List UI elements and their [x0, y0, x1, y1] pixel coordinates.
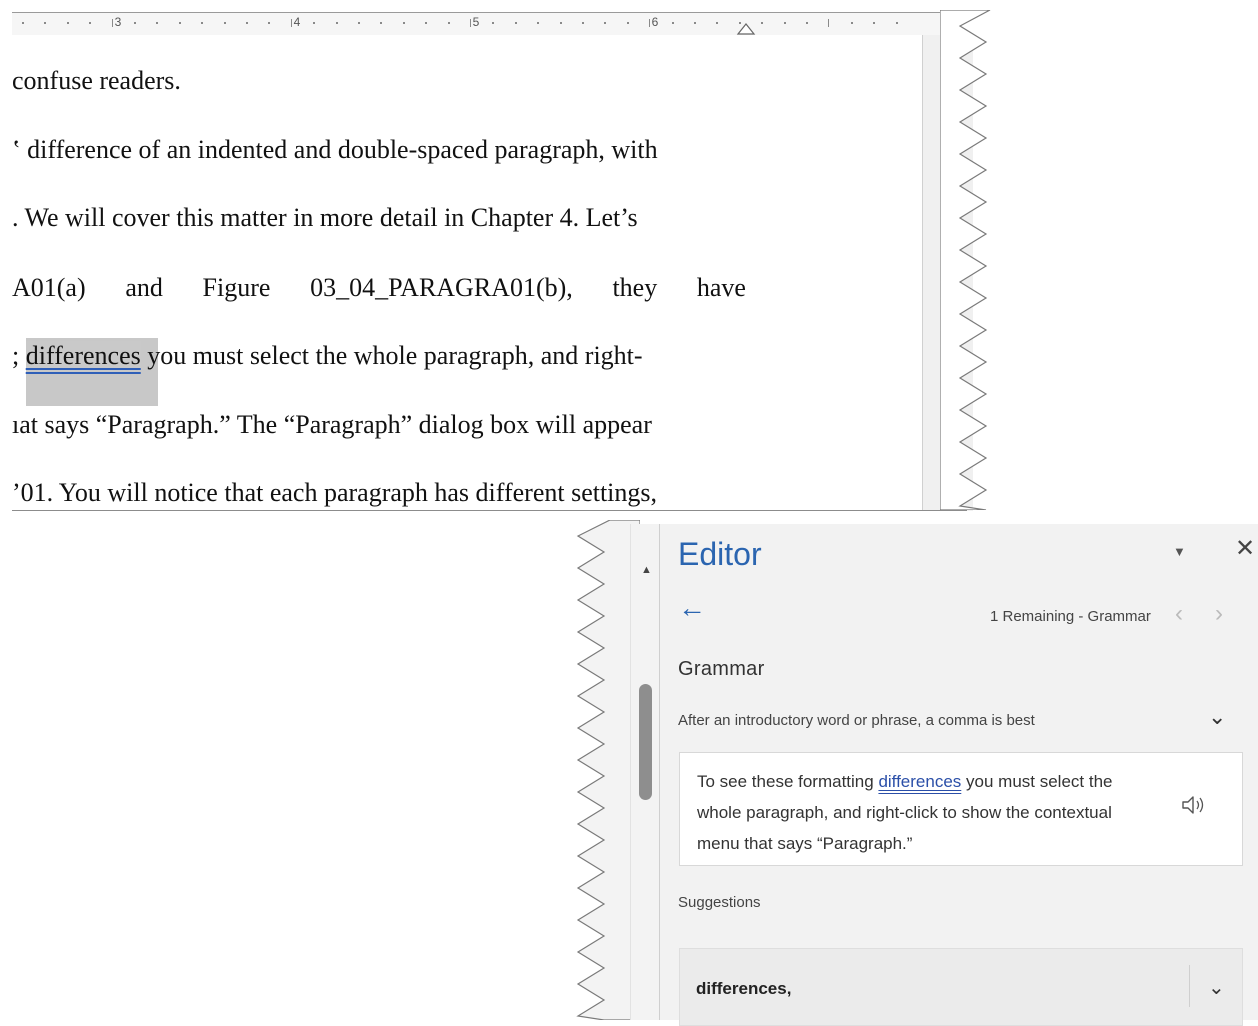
pane-title: Editor — [678, 536, 762, 572]
document-window: 3 4 5 6 confuse readers. ʽ difference of… — [0, 0, 1000, 515]
ruler-tick — [514, 22, 517, 24]
ruler-tick — [783, 22, 786, 24]
close-icon[interactable]: ✕ — [1235, 534, 1255, 563]
ruler-number: 5 — [472, 15, 480, 29]
rule-description[interactable]: After an introductory word or phrase, a … — [678, 712, 1035, 729]
right-indent-marker-icon[interactable] — [736, 20, 756, 36]
ruler-tick — [246, 22, 248, 24]
word: they — [612, 273, 658, 302]
word: and — [125, 273, 163, 302]
document-line: . We will cover this matter in more deta… — [12, 203, 638, 232]
ruler-tick — [335, 22, 338, 24]
ruler-tick — [111, 19, 113, 27]
flagged-word: differences — [878, 772, 962, 791]
ruler-tick — [626, 22, 629, 24]
ruler-tick — [447, 22, 450, 24]
editor-pane: Editor ▼ ✕ ← 1 Remaining - Grammar ‹ › G… — [659, 524, 1258, 1026]
ruler-tick — [89, 22, 92, 24]
ruler-tick — [850, 22, 853, 24]
torn-edge — [940, 10, 991, 510]
chevron-down-icon[interactable]: ⌄ — [1208, 975, 1225, 1000]
ruler-tick — [828, 19, 830, 27]
document-line: confuse readers. — [12, 66, 181, 95]
ruler-tick — [223, 22, 226, 24]
scrollbar-thumb[interactable] — [639, 684, 652, 800]
chevron-right-icon[interactable]: › — [1215, 600, 1223, 628]
document-line: ıat says “Paragraph.” The “Paragraph” di… — [12, 410, 652, 439]
horizontal-ruler[interactable]: 3 4 5 6 — [12, 12, 952, 35]
document-line: ’01. You will notice that each paragraph… — [12, 478, 658, 507]
line-prefix: ; — [12, 341, 26, 370]
chevron-down-icon[interactable]: ⌄ — [1208, 704, 1226, 730]
caret-down-icon[interactable]: ▼ — [1173, 544, 1186, 559]
ruler-tick — [716, 22, 719, 24]
page-edge — [12, 510, 967, 511]
line-suffix: you must select the whole paragraph, and… — [140, 341, 643, 370]
document-line: ʽ difference of an indented and double-s… — [12, 135, 658, 164]
editor-window: ▲ Editor ▼ ✕ ← 1 Remaining - Grammar ‹ ›… — [560, 520, 1258, 1026]
word: Figure — [202, 273, 271, 302]
suggestion-card[interactable]: differences, ⌄ — [679, 948, 1243, 1026]
ruler-tick — [66, 22, 69, 24]
ruler-tick — [402, 22, 405, 24]
ruler-tick — [761, 22, 764, 24]
ruler-tick — [492, 22, 495, 24]
ruler-tick — [44, 22, 47, 24]
chevron-left-icon[interactable]: ‹ — [1175, 600, 1183, 628]
ruler-tick — [358, 22, 360, 24]
ruler-tick — [806, 22, 808, 24]
ruler-tick — [649, 19, 651, 27]
torn-edge — [576, 520, 640, 1020]
back-arrow-icon[interactable]: ← — [678, 594, 706, 622]
context-card: To see these formatting differences you … — [679, 752, 1243, 866]
divider — [1189, 965, 1190, 1007]
ruler-tick — [134, 22, 136, 24]
ruler-tick — [178, 22, 181, 24]
word: A01(a) — [12, 273, 86, 302]
ruler-tick — [537, 22, 540, 24]
context-sentence: To see these formatting differences you … — [697, 766, 1159, 859]
issue-category: Grammar — [678, 658, 765, 680]
ruler-tick — [873, 22, 876, 24]
ruler-tick — [156, 22, 159, 24]
ruler-tick — [380, 22, 383, 24]
word: 03_04_PARAGRA01(b), — [310, 273, 573, 302]
ruler-tick — [290, 19, 292, 27]
ruler-tick — [694, 22, 696, 24]
flagged-word[interactable]: differences — [25, 341, 141, 370]
ruler-tick — [582, 22, 584, 24]
ruler-tick — [559, 22, 562, 24]
ruler-number: 3 — [114, 15, 122, 29]
ruler-tick — [313, 22, 316, 24]
ruler-tick — [470, 19, 471, 27]
ruler-tick — [425, 22, 428, 24]
document-line: ; differences you must select the whole … — [12, 341, 746, 371]
suggestion-text[interactable]: differences, — [696, 979, 791, 999]
document-line-justified: A01(a) and Figure 03_04_PARAGRA01(b), th… — [12, 273, 746, 303]
ruler-tick — [895, 22, 898, 24]
ruler-number: 4 — [293, 15, 301, 29]
ruler-tick — [268, 22, 271, 24]
ruler-number: 6 — [651, 15, 659, 29]
ruler-tick — [22, 22, 24, 24]
scroll-up-icon[interactable]: ▲ — [641, 564, 652, 576]
document-scrollbar[interactable]: ▲ — [630, 524, 661, 1020]
speaker-icon[interactable] — [1180, 793, 1208, 817]
ruler-tick — [671, 22, 674, 24]
suggestions-label: Suggestions — [678, 894, 761, 911]
context-before: To see these formatting — [697, 772, 879, 791]
remaining-count: 1 Remaining - Grammar — [990, 608, 1151, 625]
word: have — [696, 273, 746, 302]
ruler-tick — [201, 22, 204, 24]
ruler-tick — [604, 22, 607, 24]
